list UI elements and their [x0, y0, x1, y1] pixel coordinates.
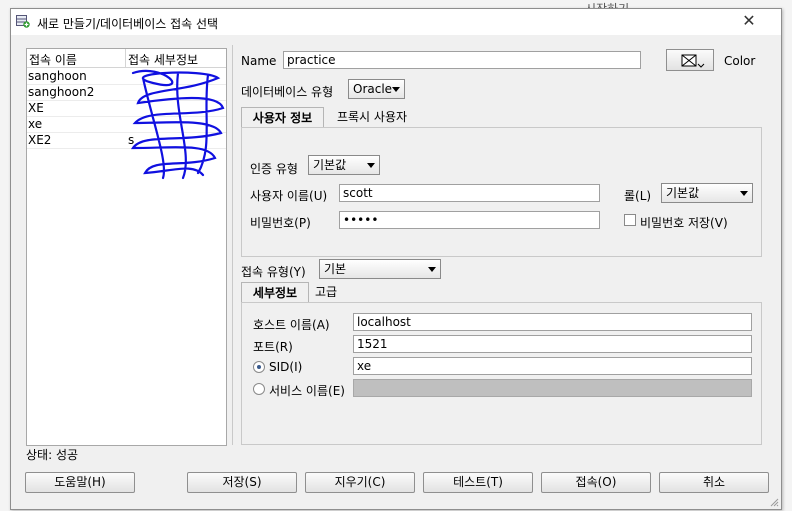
chevron-down-icon: [740, 191, 748, 196]
test-button[interactable]: 테스트(T): [423, 472, 533, 493]
clear-button[interactable]: 지우기(C): [305, 472, 415, 493]
save-password-checkbox[interactable]: [624, 214, 636, 226]
name-label: Name: [241, 54, 277, 68]
service-name-radio[interactable]: [253, 383, 265, 395]
sid-radio[interactable]: [253, 361, 265, 373]
service-name-input[interactable]: [353, 379, 752, 397]
password-label: 비밀번호(P): [250, 216, 311, 230]
cancel-button[interactable]: 취소: [659, 472, 769, 493]
name-input[interactable]: practice: [283, 51, 641, 69]
color-label: Color: [724, 54, 756, 68]
db-type-select[interactable]: Oracle: [348, 79, 405, 99]
close-icon[interactable]: ✕: [739, 11, 759, 30]
chevron-down-icon: [367, 163, 375, 168]
sid-label: SID(I): [269, 360, 303, 374]
tab-proxy-user[interactable]: 프록시 사용자: [327, 107, 417, 127]
port-input[interactable]: 1521: [353, 335, 752, 353]
hostname-label: 호스트 이름(A): [253, 318, 330, 332]
title-bar: 새로 만들기/데이터베이스 접속 선택 ✕: [11, 9, 781, 35]
tab-details[interactable]: 세부정보: [241, 282, 309, 302]
help-button[interactable]: 도움말(H): [25, 472, 135, 493]
sid-input[interactable]: xe: [353, 357, 752, 375]
service-name-label: 서비스 이름(E): [269, 384, 345, 398]
connect-button[interactable]: 접속(O): [541, 472, 651, 493]
dialog-title: 새로 만들기/데이터베이스 접속 선택: [37, 17, 219, 31]
save-password-label: 비밀번호 저장(V): [640, 216, 728, 230]
resize-grip-icon[interactable]: [769, 497, 779, 507]
envelope-icon: [681, 54, 705, 68]
password-input[interactable]: •••••: [339, 211, 600, 229]
role-select[interactable]: 기본값: [661, 183, 753, 203]
auth-type-label: 인증 유형: [250, 162, 298, 176]
redaction-scribble: [130, 69, 225, 180]
auth-type-select[interactable]: 기본값: [308, 155, 380, 175]
role-label: 롤(L): [624, 189, 652, 203]
chevron-down-icon: [392, 87, 400, 92]
conn-type-label: 접속 유형(Y): [241, 265, 306, 279]
username-label: 사용자 이름(U): [250, 189, 328, 203]
new-connection-dialog: 새로 만들기/데이터베이스 접속 선택 ✕ 접속 이름 접속 세부정보 sang…: [10, 8, 782, 510]
db-type-label: 데이터베이스 유형: [241, 85, 334, 99]
conn-type-select[interactable]: 기본: [319, 259, 441, 279]
username-input[interactable]: scott: [339, 184, 600, 202]
save-button[interactable]: 저장(S): [187, 472, 297, 493]
connection-list[interactable]: 접속 이름 접속 세부정보 sanghoon sanghoon2 XE xe X…: [26, 48, 227, 446]
hostname-input[interactable]: localhost: [353, 313, 752, 331]
color-picker-button[interactable]: [666, 49, 714, 71]
tab-advanced[interactable]: 고급: [311, 282, 341, 302]
column-header-name[interactable]: 접속 이름: [29, 51, 77, 68]
tab-user-info[interactable]: 사용자 정보: [241, 107, 324, 127]
chevron-down-icon: [428, 267, 436, 272]
port-label: 포트(R): [253, 340, 293, 354]
database-add-icon: [16, 15, 30, 28]
status-text: 상태: 성공: [26, 448, 79, 462]
